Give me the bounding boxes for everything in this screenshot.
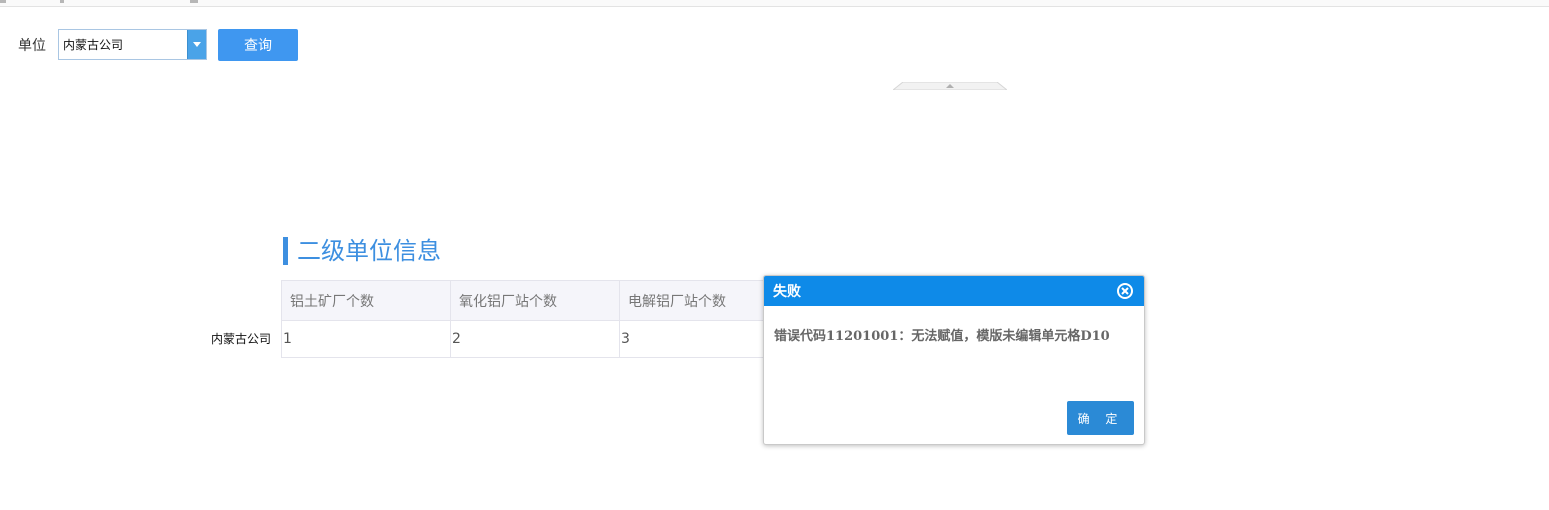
- unit-label: 单位: [18, 38, 46, 54]
- unit-select-value: 内蒙古公司: [63, 38, 124, 52]
- table-row: 1 2 3: [281, 320, 789, 358]
- toolbar-fragment: [190, 0, 198, 3]
- toolbar-fragment: [60, 0, 64, 3]
- table-header-row: 铝土矿厂个数 氧化铝厂站个数 电解铝厂站个数: [281, 280, 789, 321]
- collapse-handle-icon[interactable]: [893, 82, 1007, 90]
- dialog-title: 失败: [773, 284, 801, 300]
- unit-select[interactable]: 内蒙古公司: [58, 29, 207, 60]
- dialog-header: 失败: [764, 276, 1144, 306]
- section-accent-bar: [283, 237, 288, 265]
- unit-info-table: 铝土矿厂个数 氧化铝厂站个数 电解铝厂站个数 1 2 3: [281, 280, 789, 358]
- top-toolbar-strip: [0, 0, 1549, 7]
- table-cell: 2: [450, 320, 620, 358]
- column-header: 氧化铝厂站个数: [450, 280, 620, 321]
- toolbar-fragment: [0, 0, 6, 3]
- error-dialog: 失败 错误代码11201001：无法赋值，模版未编辑单元格D10 确 定: [763, 275, 1145, 445]
- error-message: 错误代码11201001：无法赋值，模版未编辑单元格D10: [774, 329, 1110, 344]
- ok-button[interactable]: 确 定: [1067, 401, 1134, 435]
- row-label: 内蒙古公司: [211, 332, 272, 346]
- table-cell: 1: [281, 320, 451, 358]
- chevron-down-icon[interactable]: [187, 30, 206, 59]
- section-title: 二级单位信息: [297, 237, 441, 265]
- column-header: 铝土矿厂个数: [281, 280, 451, 321]
- close-icon[interactable]: [1116, 282, 1134, 300]
- query-button[interactable]: 查询: [218, 29, 298, 61]
